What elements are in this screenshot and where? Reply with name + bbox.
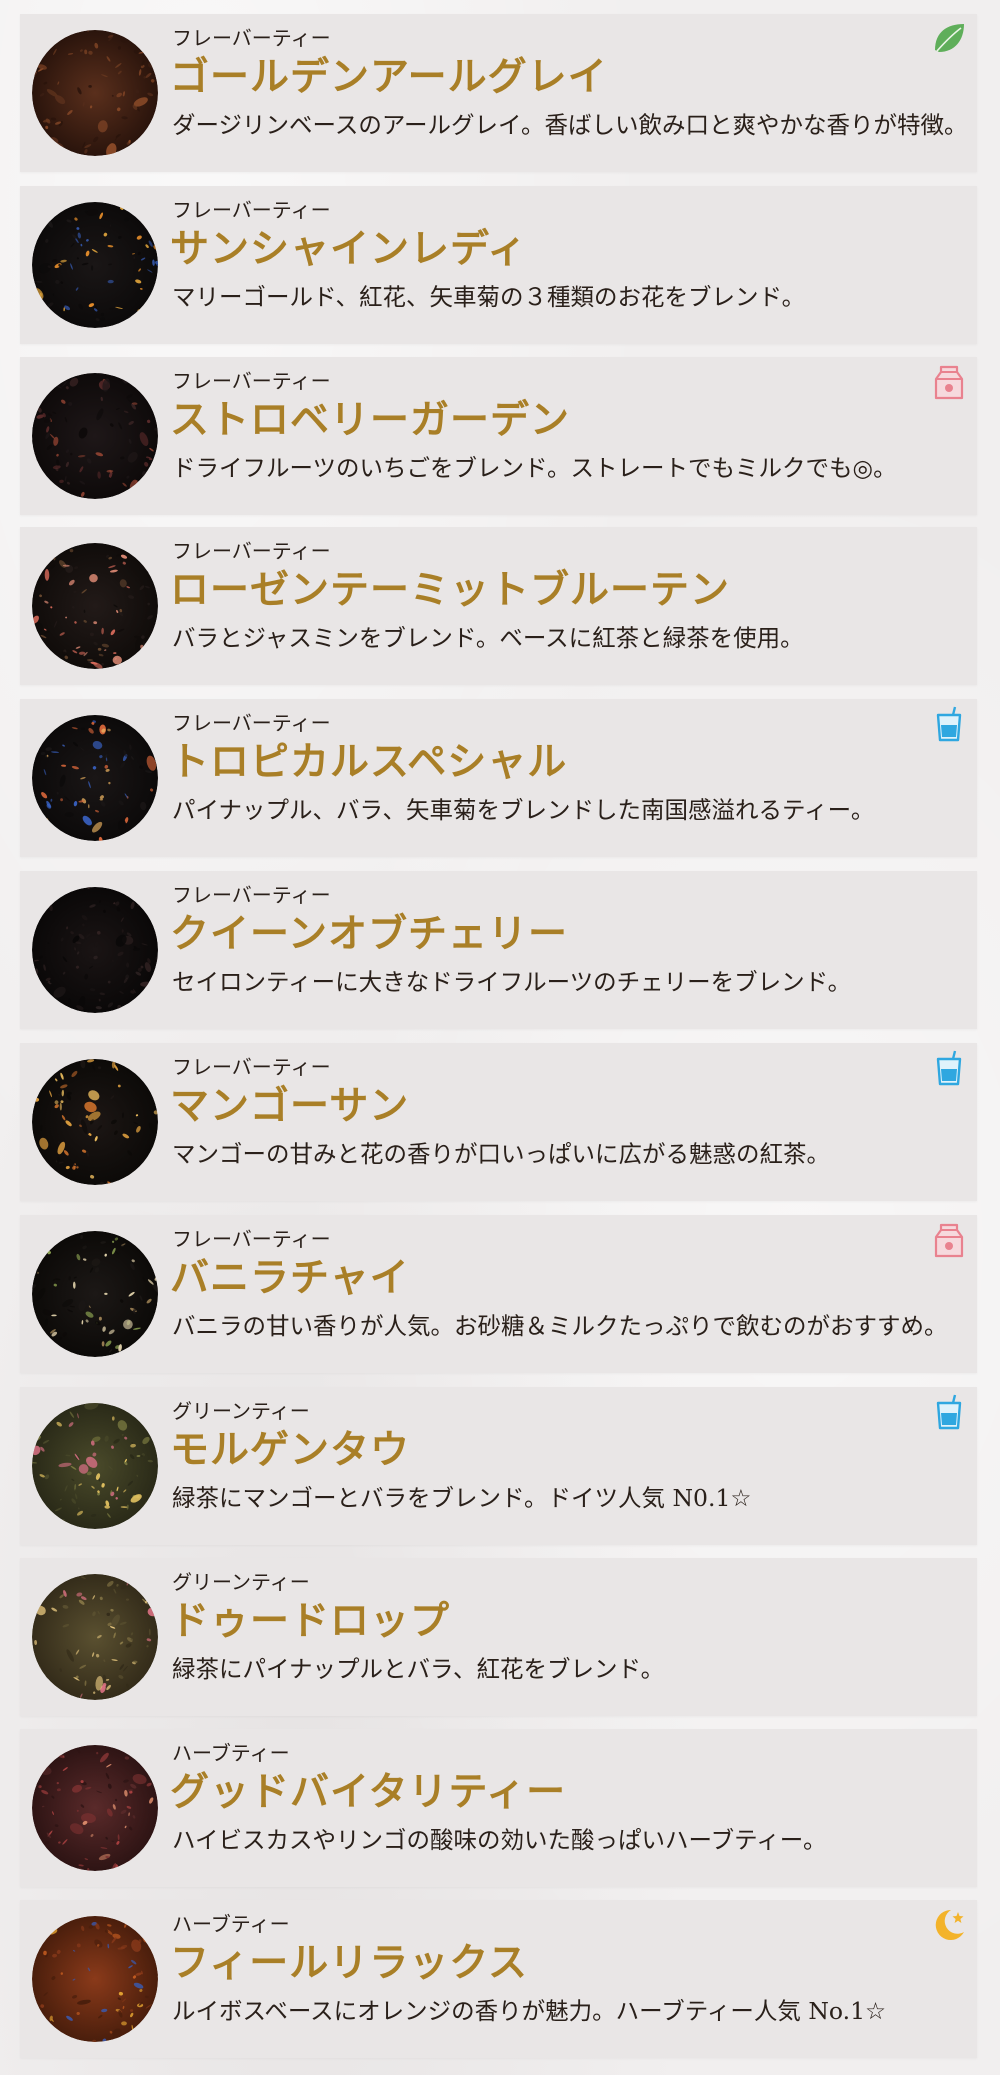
tea-card[interactable]: フレーバーティーバニラチャイバニラの甘い香りが人気。お砂糖＆ミルクたっぷりで飲む…	[20, 1215, 977, 1373]
tea-description: 緑茶にマンゴーとバラをブレンド。ドイツ人気 N0.1☆	[172, 1484, 752, 1512]
tea-description: セイロンティーに大きなドライフルーツのチェリーをブレンド。	[172, 968, 852, 996]
tea-card[interactable]: ハーブティーグッドバイタリティーハイビスカスやリンゴの酸味の効いた酸っぱいハーブ…	[20, 1729, 977, 1887]
tea-name: グッドバイタリティー	[170, 1769, 567, 1815]
tea-category: ハーブティー	[172, 1912, 290, 1936]
tea-description: バニラの甘い香りが人気。お砂糖＆ミルクたっぷりで飲むのがおすすめ。	[172, 1312, 948, 1340]
tea-name: フィールリラックス	[170, 1940, 529, 1986]
tea-description: パイナップル、バラ、矢車菊をブレンドした南国感溢れるティー。	[172, 796, 875, 824]
tea-category: グリーンティー	[172, 1570, 310, 1594]
tea-category: フレーバーティー	[172, 711, 331, 735]
tea-category: フレーバーティー	[172, 539, 331, 563]
tea-category: フレーバーティー	[172, 883, 331, 907]
moon-star-icon	[931, 1906, 967, 1944]
tea-description: ドライフルーツのいちごをブレンド。ストレートでもミルクでも◎。	[172, 454, 897, 482]
tea-leaves-image	[32, 543, 158, 669]
tea-card[interactable]: フレーバーティーゴールデンアールグレイダージリンベースのアールグレイ。香ばしい飲…	[20, 14, 977, 172]
tea-leaves-image	[32, 1231, 158, 1357]
tea-name: ゴールデンアールグレイ	[170, 54, 608, 100]
tea-category: フレーバーティー	[172, 26, 331, 50]
tea-name: サンシャインレディ	[170, 226, 528, 272]
tea-card[interactable]: グリーンティードゥードロップ緑茶にパイナップルとバラ、紅花をブレンド。	[20, 1558, 977, 1716]
tea-name: ドゥードロップ	[170, 1598, 451, 1644]
tea-leaves-image	[32, 1574, 158, 1700]
tea-card[interactable]: フレーバーティーマンゴーサンマンゴーの甘みと花の香りが口いっぱいに広がる魅惑の紅…	[20, 1043, 977, 1201]
tea-name: クイーンオブチェリー	[170, 911, 569, 957]
tea-category: フレーバーティー	[172, 1055, 331, 1079]
iced-drink-icon	[931, 705, 967, 743]
tea-leaves-image	[32, 887, 158, 1013]
tea-name: ローゼンテーミットブルーテン	[170, 567, 731, 613]
milk-carton-icon	[931, 1221, 967, 1259]
tea-leaves-image	[32, 202, 158, 328]
tea-card[interactable]: フレーバーティーローゼンテーミットブルーテンバラとジャスミンをブレンド。ベースに…	[20, 527, 977, 685]
tea-category: フレーバーティー	[172, 198, 331, 222]
tea-card[interactable]: フレーバーティーサンシャインレディマリーゴールド、紅花、矢車菊の３種類のお花をブ…	[20, 186, 977, 344]
tea-card[interactable]: フレーバーティーストロベリーガーデンドライフルーツのいちごをブレンド。ストレート…	[20, 357, 977, 515]
milk-carton-icon	[931, 363, 967, 401]
tea-card[interactable]: ハーブティーフィールリラックスルイボスベースにオレンジの香りが魅力。ハーブティー…	[20, 1900, 977, 2058]
tea-leaves-image	[32, 1916, 158, 2042]
tea-category: フレーバーティー	[172, 1227, 331, 1251]
iced-drink-icon	[931, 1049, 967, 1087]
iced-drink-icon	[931, 1393, 967, 1431]
tea-description: 緑茶にパイナップルとバラ、紅花をブレンド。	[172, 1655, 665, 1683]
tea-card[interactable]: フレーバーティートロピカルスペシャルパイナップル、バラ、矢車菊をブレンドした南国…	[20, 699, 977, 857]
tea-leaves-image	[32, 1403, 158, 1529]
tea-name: バニラチャイ	[170, 1255, 410, 1301]
tea-description: ハイビスカスやリンゴの酸味の効いた酸っぱいハーブティー。	[172, 1826, 827, 1854]
tea-name: トロピカルスペシャル	[170, 739, 568, 785]
tea-leaves-image	[32, 1745, 158, 1871]
leaf-icon	[931, 20, 967, 58]
tea-description: マリーゴールド、紅花、矢車菊の３種類のお花をブレンド。	[172, 283, 806, 311]
tea-category: フレーバーティー	[172, 369, 331, 393]
tea-category: グリーンティー	[172, 1399, 310, 1423]
tea-category: ハーブティー	[172, 1741, 290, 1765]
tea-leaves-image	[32, 715, 158, 841]
tea-description: ダージリンベースのアールグレイ。香ばしい飲み口と爽やかな香りが特徴。	[172, 111, 968, 139]
tea-description: マンゴーの甘みと花の香りが口いっぱいに広がる魅惑の紅茶。	[172, 1140, 830, 1168]
tea-name: ストロベリーガーデン	[170, 397, 571, 443]
tea-card[interactable]: グリーンティーモルゲンタウ緑茶にマンゴーとバラをブレンド。ドイツ人気 N0.1☆	[20, 1387, 977, 1545]
tea-list: フレーバーティー ゴールデンアールグレイ ダージリンベースのアールグレイ。香ばしい飲…	[0, 0, 1000, 2075]
tea-name: マンゴーサン	[170, 1083, 410, 1129]
tea-leaves-image	[32, 1059, 158, 1185]
tea-name: モルゲンタウ	[170, 1427, 411, 1473]
tea-card[interactable]: フレーバーティークイーンオブチェリーセイロンティーに大きなドライフルーツのチェリ…	[20, 871, 977, 1029]
tea-description: バラとジャスミンをブレンド。ベースに紅茶と緑茶を使用。	[172, 624, 804, 652]
tea-leaves-image	[32, 30, 158, 156]
tea-description: ルイボスベースにオレンジの香りが魅力。ハーブティー人気 No.1☆	[172, 1997, 887, 2025]
tea-leaves-image	[32, 373, 158, 499]
